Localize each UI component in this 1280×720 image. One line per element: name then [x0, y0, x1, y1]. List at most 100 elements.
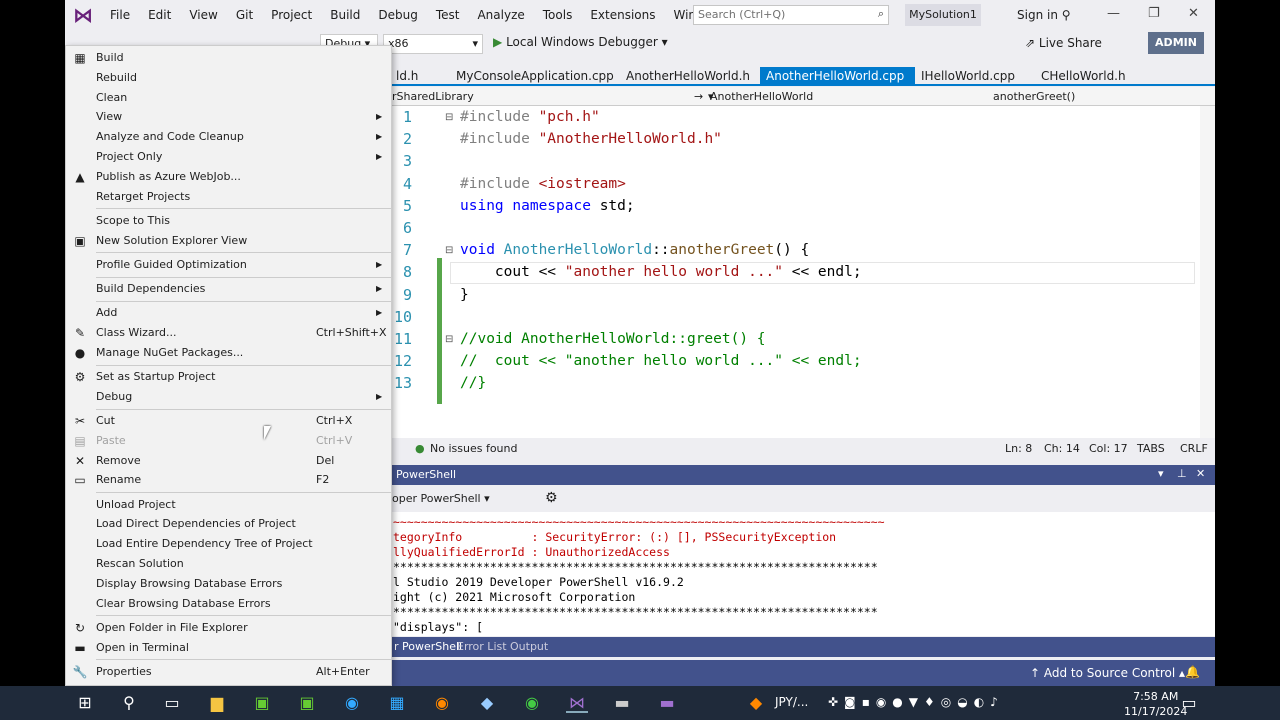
app-icon[interactable]: ▣ [296, 693, 318, 713]
tab-powershell[interactable]: r PowerShell [394, 640, 462, 653]
tab-error-list[interactable]: Error List [457, 640, 507, 653]
menu-item-rebuild[interactable]: Rebuild [66, 68, 391, 88]
restore-button[interactable]: ❐ [1148, 6, 1160, 21]
code-editor[interactable]: ⊟ ⊟ ⊟ 1 #include "pch.h" 2 #include "Anothe… [390, 106, 1200, 438]
menu-item-clear-browsing-database-errors[interactable]: Clear Browsing Database Errors [66, 594, 391, 614]
tab-0[interactable]: ld.h [390, 67, 450, 86]
tabs-indicator[interactable]: TABS [1137, 442, 1165, 455]
code-line[interactable]: } [460, 287, 469, 303]
code-line[interactable]: using namespace std; [460, 198, 635, 214]
system-tray-icons[interactable]: ✜◙▪◉●▼♦◎◒◐♪ [828, 695, 1004, 709]
live-share-button[interactable]: ⇗ Live Share [1025, 36, 1102, 50]
collapse-icon[interactable]: ⊟ [445, 245, 453, 256]
menu-item-new-solution-explorer-view[interactable]: ▣ New Solution Explorer View [66, 231, 391, 251]
menu-item-analyze-and-code-cleanup[interactable]: Analyze and Code Cleanup ▶ [66, 127, 391, 147]
app-icon[interactable]: ▣ [251, 693, 273, 713]
menu-item-project-only[interactable]: Project Only ▶ [66, 147, 391, 167]
search-icon[interactable]: ⚲ [118, 693, 140, 713]
menu-item-profile-guided-optimization[interactable]: Profile Guided Optimization ▶ [66, 255, 391, 275]
scope-dropdown[interactable]: AnotherHelloWorld [710, 90, 813, 103]
close-panel-icon[interactable]: ✕ [1196, 467, 1205, 480]
search-input[interactable]: Search (Ctrl+Q) ⌕ [693, 5, 889, 25]
currency-widget[interactable]: JPY/... [775, 695, 808, 709]
member-dropdown[interactable]: anotherGreet() [993, 90, 1075, 103]
tab-output[interactable]: Output [510, 640, 548, 653]
menu-item-scope-to-this[interactable]: Scope to This [66, 211, 391, 231]
chrome-icon[interactable]: ◉ [521, 693, 543, 713]
start-debugger-button[interactable]: ▶ Local Windows Debugger ▾ [493, 35, 668, 49]
code-line[interactable]: #include <iostream> [460, 176, 626, 192]
menu-item-display-browsing-database-errors[interactable]: Display Browsing Database Errors [66, 574, 391, 594]
menu-item-open-folder-in-file-explorer[interactable]: ↻ Open Folder in File Explorer [66, 618, 391, 638]
menu-project[interactable]: Project [262, 0, 321, 30]
menu-item-clean[interactable]: Clean [66, 88, 391, 108]
menu-item-class-wizard[interactable]: ✎ Class Wizard... Ctrl+Shift+X [66, 323, 391, 343]
menu-extensions[interactable]: Extensions [581, 0, 664, 30]
code-line[interactable]: //} [460, 375, 486, 391]
menu-build[interactable]: Build [321, 0, 369, 30]
menu-analyze[interactable]: Analyze [468, 0, 533, 30]
menu-item-debug[interactable]: Debug ▶ [66, 387, 391, 407]
code-line[interactable]: //void AnotherHelloWorld::greet() { [460, 331, 766, 347]
terminal-icon[interactable]: ▬ [611, 693, 633, 713]
menu-item-unload-project[interactable]: Unload Project [66, 495, 391, 515]
menu-item-build[interactable]: ▦ Build [66, 48, 391, 68]
line-ending-indicator[interactable]: CRLF [1180, 442, 1208, 455]
menu-item-retarget-projects[interactable]: Retarget Projects [66, 187, 391, 207]
menu-debug[interactable]: Debug [369, 0, 426, 30]
menu-item-cut[interactable]: ✂ Cut Ctrl+X [66, 411, 391, 431]
windows-start-icon[interactable]: ⊞ [74, 693, 96, 713]
code-line[interactable]: #include "pch.h" [460, 109, 600, 125]
menu-item-remove[interactable]: ✕ Remove Del [66, 451, 391, 471]
visual-studio-icon[interactable]: ⋈ [566, 693, 588, 713]
editor-scrollbar[interactable] [1200, 106, 1215, 438]
minimize-button[interactable]: — [1107, 6, 1120, 21]
tab-2[interactable]: AnotherHelloWorld.h [620, 67, 760, 86]
menu-item-build-dependencies[interactable]: Build Dependencies ▶ [66, 279, 391, 299]
collapse-icon[interactable]: ⊟ [445, 112, 453, 123]
menu-item-view[interactable]: View ▶ [66, 107, 391, 127]
menu-item-paste[interactable]: ▤ Paste Ctrl+V [66, 431, 391, 451]
code-line[interactable]: void AnotherHelloWorld::anotherGreet() { [460, 242, 809, 258]
tab-3[interactable]: AnotherHelloWorld.cpp [760, 67, 915, 86]
menu-git[interactable]: Git [227, 0, 262, 30]
pin-icon[interactable]: ⊥ [1177, 467, 1187, 480]
app-icon[interactable]: ▦ [386, 693, 408, 713]
menu-tools[interactable]: Tools [534, 0, 582, 30]
menu-item-set-as-startup-project[interactable]: ⚙ Set as Startup Project [66, 367, 391, 387]
app-icon[interactable]: ◆ [476, 693, 498, 713]
menu-item-manage-nuget-packages[interactable]: ● Manage NuGet Packages... [66, 343, 391, 363]
menu-item-rescan-solution[interactable]: Rescan Solution [66, 554, 391, 574]
powershell-icon[interactable]: ▬ [656, 693, 678, 713]
menu-item-rename[interactable]: ▭ Rename F2 [66, 470, 391, 490]
code-line[interactable]: #include "AnotherHelloWorld.h" [460, 131, 722, 147]
tab-5[interactable]: CHelloWorld.h [1035, 67, 1160, 86]
gear-icon[interactable]: ⚙ [545, 490, 558, 506]
edge-icon[interactable]: ◉ [341, 693, 363, 713]
menu-item-load-direct-dependencies-of-project[interactable]: Load Direct Dependencies of Project [66, 514, 391, 534]
terminal-output[interactable]: ~~~~~~~~~~~~~~~~~~~~~~~~~~~~~~~~~~~~~~~~… [390, 512, 1215, 636]
menu-edit[interactable]: Edit [139, 0, 180, 30]
source-control-button[interactable]: ↑ Add to Source Control ▴ [1030, 666, 1185, 680]
notification-bell-icon[interactable]: 🔔 [1185, 665, 1200, 679]
vs-logo-icon[interactable]: ⋈ [65, 0, 101, 30]
project-dropdown[interactable]: rSharedLibrary [392, 90, 474, 103]
file-explorer-icon[interactable]: ▆ [206, 693, 228, 713]
menu-item-properties[interactable]: 🔧 Properties Alt+Enter [66, 662, 391, 682]
menu-item-add[interactable]: Add ▶ [66, 303, 391, 323]
tab-4[interactable]: IHelloWorld.cpp [915, 67, 1035, 86]
menu-file[interactable]: File [101, 0, 139, 30]
code-line[interactable]: // cout << "another hello world ..." << … [460, 353, 862, 369]
sign-in-link[interactable]: Sign in ⚲ [1017, 8, 1071, 22]
close-button[interactable]: ✕ [1188, 6, 1199, 21]
tab-1[interactable]: MyConsoleApplication.cpp [450, 67, 620, 86]
menu-test[interactable]: Test [427, 0, 469, 30]
menu-item-load-entire-dependency-tree-of-project[interactable]: Load Entire Dependency Tree of Project [66, 534, 391, 554]
code-line[interactable]: cout << "another hello world ..." << end… [460, 264, 862, 280]
firefox-icon[interactable]: ◉ [431, 693, 453, 713]
collapse-icon[interactable]: ⊟ [445, 334, 453, 345]
menu-item-publish-as-azure-webjob[interactable]: ▲ Publish as Azure WebJob... [66, 167, 391, 187]
platform-dropdown[interactable]: x86 ▾ [383, 34, 483, 54]
notification-icon[interactable]: ▭ [1178, 693, 1200, 713]
task-view-icon[interactable]: ▭ [161, 693, 183, 713]
